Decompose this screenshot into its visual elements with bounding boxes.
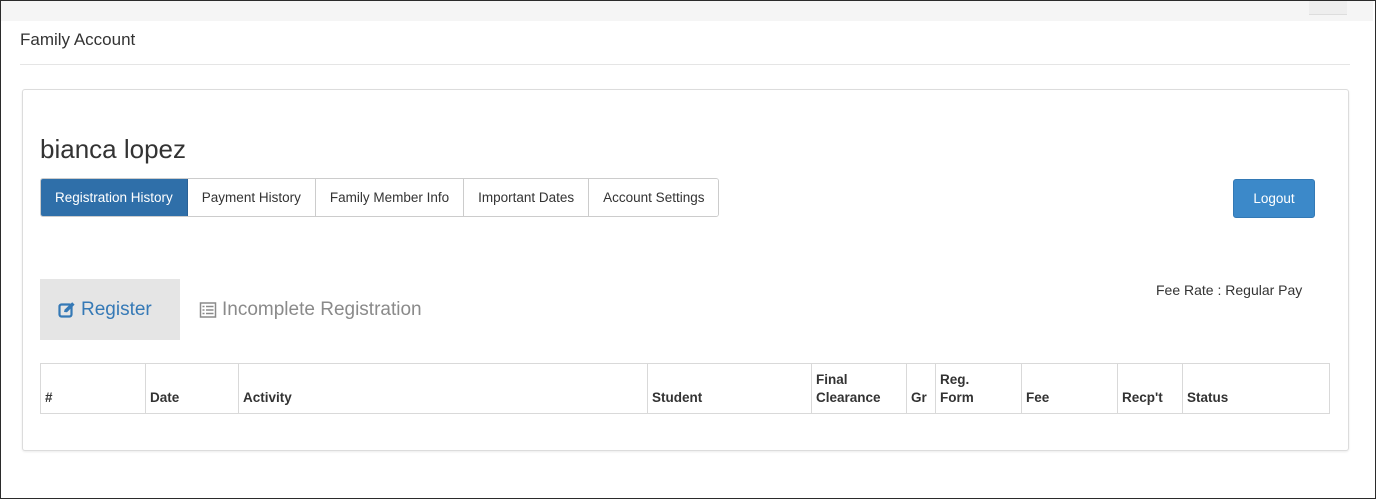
- logout-button[interactable]: Logout: [1233, 179, 1315, 218]
- incomplete-registration-label: Incomplete Registration: [222, 299, 422, 320]
- tab-family-member-info[interactable]: Family Member Info: [315, 179, 465, 216]
- page-title: Family Account: [20, 30, 136, 49]
- column-header-final-clearance: Final Clearance: [811, 363, 907, 414]
- tab-registration-history[interactable]: Registration History: [41, 179, 188, 216]
- register-button[interactable]: Register: [40, 279, 180, 340]
- column-header-fee: Fee: [1021, 363, 1118, 414]
- tab-important-dates[interactable]: Important Dates: [464, 179, 590, 216]
- tab-payment-history[interactable]: Payment History: [187, 179, 316, 216]
- register-button-content: Register: [58, 299, 152, 321]
- column-header-activity: Activity: [238, 363, 648, 414]
- heading-divider: [20, 64, 1350, 65]
- registration-history-table: # Date Activity Student Final Clearance G…: [40, 363, 1330, 414]
- column-header-grade: Gr: [906, 363, 936, 414]
- column-header-student: Student: [647, 363, 812, 414]
- column-header-status: Status: [1182, 363, 1330, 414]
- table-header-row: # Date Activity Student Final Clearance G…: [40, 363, 1330, 414]
- corner-control: [1309, 1, 1347, 15]
- list-icon: [199, 302, 217, 318]
- top-strip: [1, 1, 1373, 21]
- column-header-number: #: [40, 363, 146, 414]
- incomplete-registration-link[interactable]: Incomplete Registration: [199, 299, 422, 321]
- edit-icon: [58, 302, 75, 318]
- register-label: Register: [81, 299, 152, 320]
- column-header-date: Date: [145, 363, 239, 414]
- fee-rate-label: Fee Rate : Regular Pay: [1156, 282, 1303, 298]
- column-header-reg-form: Reg. Form: [935, 363, 1022, 414]
- account-user-name: bianca lopez: [40, 134, 186, 164]
- tab-account-settings[interactable]: Account Settings: [589, 179, 719, 216]
- column-header-receipt: Recp't: [1117, 363, 1183, 414]
- account-tabs: Registration History Payment History Fam…: [40, 178, 720, 217]
